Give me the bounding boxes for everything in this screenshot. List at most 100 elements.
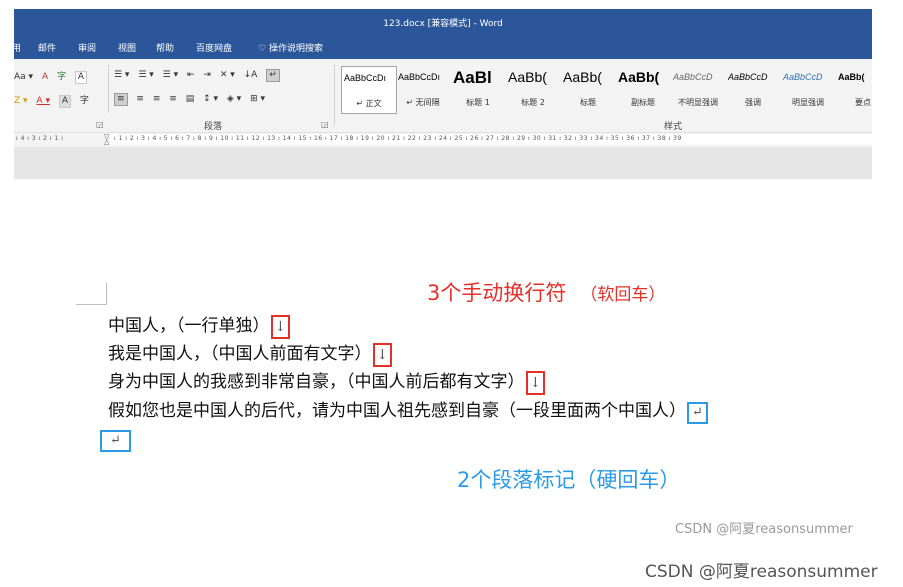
align-left-button[interactable]: ≡ — [114, 93, 128, 106]
highlight-button[interactable]: Z ▾ — [14, 96, 28, 106]
paragraph-mark: ↵ — [100, 430, 131, 452]
numbering-button[interactable]: ☰ ▾ — [138, 70, 153, 80]
paragraph-row-2: ≡ ≡ ≡ ≡ ▤ ↕ ▾ ◈ ▾ ⊞ ▾ — [114, 93, 271, 106]
show-hide-marks-button[interactable]: ↵ — [266, 69, 280, 82]
word-window: 123.docx [兼容模式] - Word 用 邮件 审阅 视图 帮助 百度网… — [14, 9, 872, 179]
indent-marker-icon[interactable]: ▽ △ — [104, 134, 112, 146]
doc-line-4[interactable]: 假如您也是中国人的后代，请为中国人祖先感到自豪（一段里面两个中国人） ↵ — [108, 399, 708, 424]
doc-line-2[interactable]: 我是中国人，（中国人前面有文字） ↓ — [108, 342, 393, 367]
style-preview: AaBbCcD — [728, 72, 768, 82]
menu-item-mailings[interactable]: 邮件 — [38, 41, 56, 54]
paragraph-row-1: ☰ ▾ ☰ ▾ ☰ ▾ ⇤ ⇥ ✕ ▾ ↓A ↵ — [114, 69, 286, 82]
doc-line-5[interactable]: ↵ — [99, 427, 131, 452]
change-case-button[interactable]: Aa ▾ — [14, 72, 33, 82]
justify-button[interactable]: ≡ — [169, 94, 177, 104]
clear-format-button[interactable]: A — [42, 72, 48, 82]
decrease-indent-button[interactable]: ⇤ — [187, 70, 195, 80]
style-heading-1[interactable]: AaBl 标题 1 — [451, 66, 505, 112]
menu-item-baidu-netdisk[interactable]: 百度网盘 — [196, 41, 232, 54]
title-bar: 123.docx [兼容模式] - Word — [14, 9, 872, 35]
watermark-large: CSDN @阿夏reasonsummer — [645, 562, 878, 582]
doc-line-text: 我是中国人，（中国人前面有文字） — [108, 344, 372, 364]
styles-gallery: AaBbCcDı ↵ 正文 AaBbCcDı ↵ 无间隔 AaBl 标题 1 A… — [341, 66, 872, 114]
style-preview: AaBbCcD — [673, 72, 713, 82]
style-name: 标题 — [580, 98, 596, 107]
lightbulb-icon: ♡ — [258, 44, 267, 54]
align-right-button[interactable]: ≡ — [153, 94, 161, 104]
style-normal[interactable]: AaBbCcDı ↵ 正文 — [341, 66, 397, 114]
horizontal-ruler[interactable]: ı 4 ı 3 ı 2 ı 1 ı ▽ △ ı 1 ı 2 ı 3 ı 4 ı 5… — [14, 132, 872, 147]
ruler-right-marks: ı 1 ı 2 ı 3 ı 4 ı 5 ı 6 ı 7 ı 8 ı 9 ı 10… — [114, 135, 682, 142]
style-intense-emphasis[interactable]: AaBbCcD 明显强调 — [781, 66, 835, 112]
menu-item-help[interactable]: 帮助 — [156, 41, 174, 54]
doc-line-3[interactable]: 身为中国人的我感到非常自豪，（中国人前后都有文字） ↓ — [108, 370, 546, 395]
style-no-spacing[interactable]: AaBbCcDı ↵ 无间隔 — [396, 66, 450, 112]
menu-item-partial[interactable]: 用 — [14, 41, 21, 54]
style-preview: AaBb( — [508, 69, 547, 85]
style-title[interactable]: AaBb( 标题 — [561, 66, 615, 112]
manual-line-break-mark: ↓ — [525, 371, 546, 395]
style-subtle-emphasis[interactable]: AaBbCcD 不明显强调 — [671, 66, 725, 112]
increase-indent-button[interactable]: ⇥ — [203, 70, 211, 80]
chinese-layout-button[interactable]: ✕ ▾ — [220, 70, 235, 80]
doc-line-1[interactable]: 中国人，（一行单独） ↓ — [108, 314, 291, 339]
style-name: 标题 1 — [466, 98, 490, 107]
styles-group-label: 样式 — [664, 122, 683, 132]
ruler-gap-area — [14, 147, 872, 179]
style-strong[interactable]: AaBb( 要点 — [836, 66, 872, 112]
paragraph-group-label: 段落 — [204, 122, 223, 132]
style-preview: AaBbCcDı — [344, 73, 387, 83]
phonetic-guide-button[interactable]: 字 — [57, 69, 66, 82]
page-corner-mark — [106, 283, 107, 305]
style-heading-2[interactable]: AaBb( 标题 2 — [506, 66, 560, 112]
window-title: 123.docx [兼容模式] - Word — [383, 18, 503, 29]
borders-button[interactable]: ⊞ ▾ — [250, 94, 265, 104]
menu-bar: 用 邮件 审阅 视图 帮助 百度网盘 ♡ 操作说明搜索 — [14, 35, 872, 59]
ribbon-divider — [334, 65, 335, 125]
doc-line-text: 假如您也是中国人的后代，请为中国人祖先感到自豪（一段里面两个中国人） — [108, 401, 686, 421]
paragraph-mark: ↵ — [687, 402, 708, 424]
enclose-char-button[interactable]: 字 — [80, 93, 89, 106]
style-preview: AaBb( — [618, 69, 660, 85]
style-name: 不明显强调 — [678, 98, 718, 107]
doc-line-text: 中国人，（一行单独） — [108, 316, 270, 336]
manual-line-break-mark: ↓ — [270, 315, 291, 339]
shading-button[interactable]: ◈ ▾ — [227, 94, 241, 104]
style-name: 明显强调 — [792, 98, 824, 107]
sort-button[interactable]: ↓A — [244, 70, 258, 80]
style-preview: AaBl — [453, 68, 492, 87]
tell-me-label: 操作说明搜索 — [268, 44, 323, 54]
ribbon: Aa ▾ A 字 A Z ▾ A ▾ A 字 ☰ ▾ ☰ ▾ ☰ ▾ ⇤ ⇥ ✕… — [14, 59, 872, 132]
style-preview: AaBbCcD — [783, 72, 823, 82]
paragraph-dialog-launcher-icon[interactable]: ◲ — [321, 120, 329, 129]
font-dialog-launcher-icon[interactable]: ◲ — [96, 120, 104, 129]
style-name: 强调 — [745, 98, 761, 107]
style-name: 标题 2 — [521, 98, 545, 107]
style-name: 要点 — [855, 98, 871, 107]
style-name: ↵ 正文 — [356, 99, 382, 108]
manual-line-break-mark: ↓ — [372, 343, 393, 367]
align-center-button[interactable]: ≡ — [136, 94, 144, 104]
style-emphasis[interactable]: AaBbCcD 强调 — [726, 66, 780, 112]
multilevel-list-button[interactable]: ☰ ▾ — [163, 70, 178, 80]
font-color-button[interactable]: A ▾ — [36, 96, 50, 106]
ribbon-divider — [108, 65, 109, 113]
style-preview: AaBbCcDı — [398, 72, 441, 82]
annotation-soft-return: 3个手动换行符 （软回车） — [427, 277, 665, 307]
watermark-small: CSDN @阿夏reasonsummer — [675, 522, 853, 537]
annotation-hard-return: 2个段落标记（硬回车） — [457, 468, 681, 492]
char-border-button[interactable]: A — [74, 71, 88, 84]
distributed-button[interactable]: ▤ — [186, 94, 195, 104]
page-corner-mark — [76, 304, 107, 305]
menu-item-review[interactable]: 审阅 — [78, 41, 96, 54]
bullets-button[interactable]: ☰ ▾ — [114, 70, 129, 80]
ruler-left-marks: ı 4 ı 3 ı 2 ı 1 ı — [16, 135, 64, 142]
style-subtitle[interactable]: AaBb( 副标题 — [616, 66, 670, 112]
tell-me-search[interactable]: ♡ 操作说明搜索 — [258, 41, 323, 54]
char-shading-button[interactable]: A — [58, 95, 72, 108]
menu-item-view[interactable]: 视图 — [118, 41, 136, 54]
line-spacing-button[interactable]: ↕ ▾ — [203, 94, 218, 104]
font-row-2: Z ▾ A ▾ A 字 — [14, 93, 95, 108]
font-row-1: Aa ▾ A 字 A — [14, 69, 93, 84]
style-preview: AaBb( — [838, 72, 865, 82]
